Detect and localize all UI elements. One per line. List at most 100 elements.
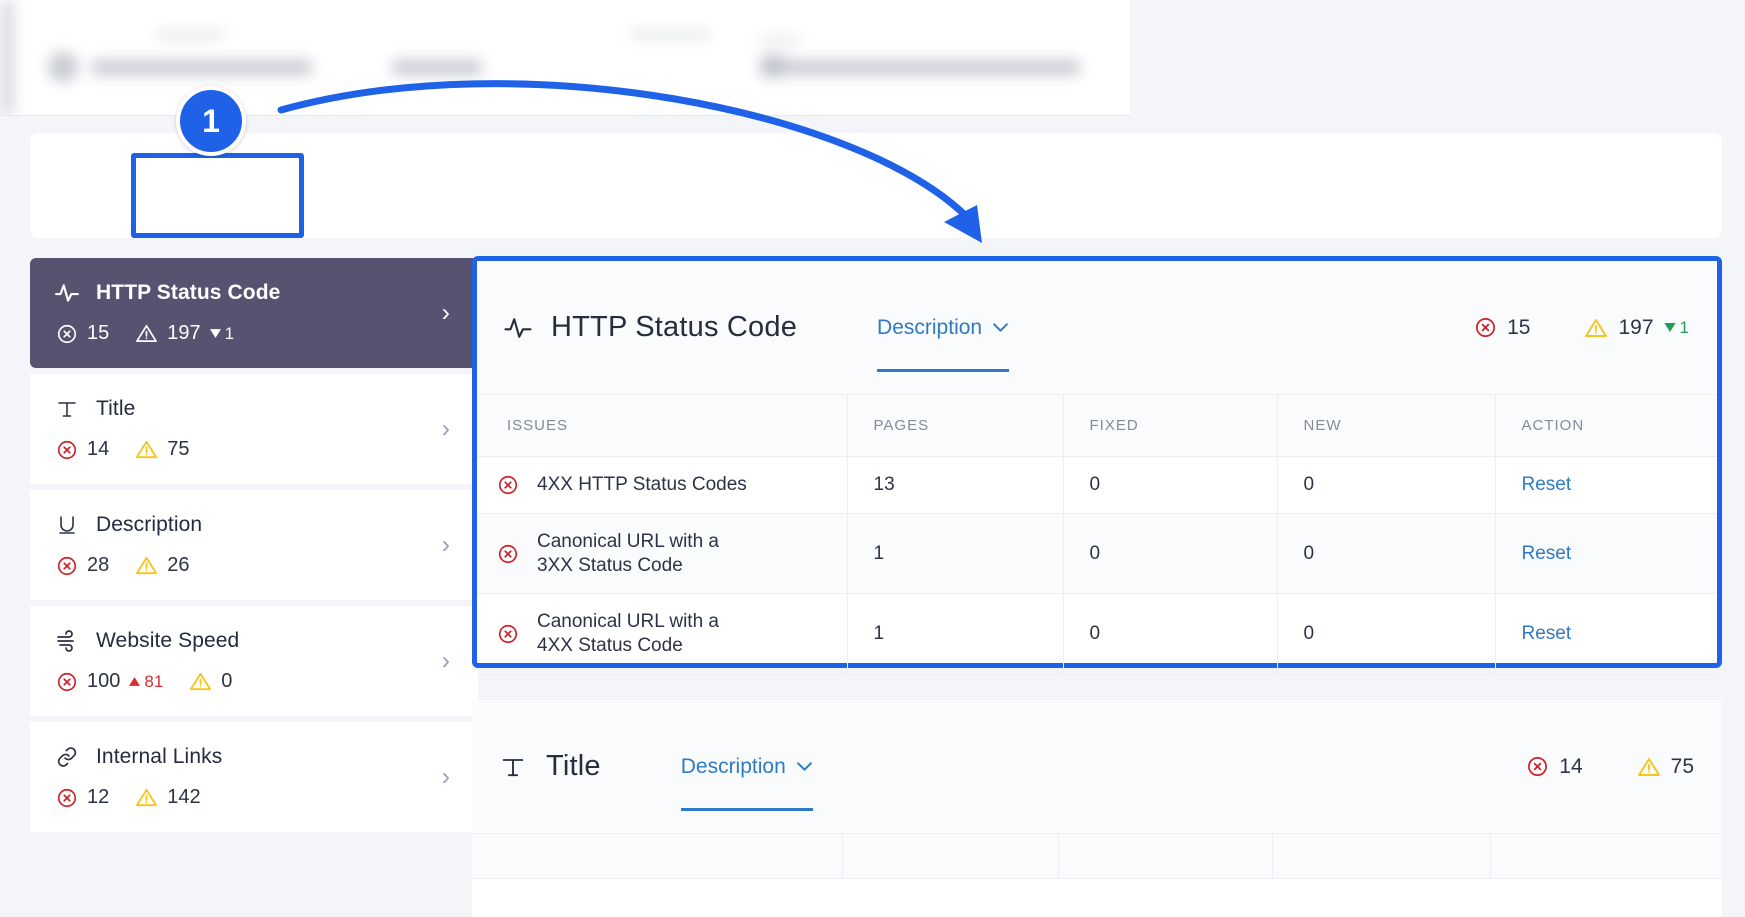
sidebar-item-internal-links[interactable]: Internal Links 12 142 › (30, 722, 478, 832)
error-count-value: 15 (87, 322, 110, 344)
warning-triangle-icon (1637, 757, 1660, 776)
warning-count-value: 142 (167, 786, 201, 808)
error-circle-icon (1528, 757, 1548, 776)
table-row[interactable]: 4XX HTTP Status Codes 13 0 0 Reset (477, 456, 1717, 514)
chevron-right-icon[interactable]: › (442, 764, 450, 790)
error-delta: 81 (129, 672, 163, 692)
column-header-pages (842, 834, 1059, 879)
column-header-fixed: FIXED (1063, 395, 1278, 457)
error-circle-icon (1476, 318, 1496, 337)
error-circle-icon (498, 624, 518, 644)
panel-title: HTTP Status Code (551, 311, 798, 343)
table-header-row (472, 834, 1722, 879)
blurred-content (0, 0, 1130, 115)
error-count: 12 (56, 786, 109, 809)
sidebar-item-description[interactable]: Description 28 26 › (30, 490, 478, 600)
reset-button[interactable]: Reset (1522, 623, 1572, 644)
panel-header: HTTP Status Code Description 15 197 1 (477, 261, 1717, 395)
warning-count: 0 (189, 670, 232, 693)
error-count-value: 14 (87, 438, 110, 460)
warning-triangle-icon (189, 670, 212, 693)
chevron-down-icon (993, 323, 1008, 332)
tab-active-underline (680, 808, 813, 811)
panel-badges: 14 75 (1526, 755, 1694, 779)
warning-count-value: 75 (167, 438, 190, 460)
sidebar-item-website-speed[interactable]: Website Speed 100 81 0 › (30, 606, 478, 716)
pages-value: 13 (847, 456, 1064, 514)
tab-description[interactable]: Description (877, 261, 1010, 394)
panel-warning-count-value: 75 (1670, 754, 1694, 778)
column-header-fixed (1058, 834, 1273, 879)
sidebar-item-http-status-code[interactable]: HTTP Status Code 15 197 1 › (30, 258, 478, 368)
chevron-right-icon[interactable]: › (442, 532, 450, 558)
error-circle-icon (498, 475, 518, 494)
issues-table (472, 834, 1722, 879)
reset-button[interactable]: Reset (1522, 543, 1572, 564)
sidebar-item-label: Website Speed (96, 629, 240, 652)
panel-http-status-code: HTTP Status Code Description 15 197 1 IS… (472, 256, 1722, 675)
annotation-step-badge: 1 (176, 86, 246, 156)
chevron-right-icon[interactable]: › (442, 300, 450, 326)
error-circle-icon (56, 555, 78, 577)
warning-triangle-icon (135, 786, 158, 809)
panel-error-count: 15 (1474, 316, 1530, 340)
warning-count: 26 (135, 554, 190, 577)
table-row[interactable]: Canonical URL with a 4XX Status Code 1 0… (477, 593, 1717, 675)
new-value: 0 (1277, 513, 1496, 595)
error-count: 15 (56, 322, 109, 345)
text-title-icon (54, 396, 80, 422)
panel-title: Title (546, 750, 601, 782)
chevron-right-icon[interactable]: › (442, 416, 450, 442)
table-header-row: ISSUES PAGES FIXED NEW ACTION (477, 395, 1717, 457)
warning-triangle-icon (135, 554, 158, 577)
category-sidebar: HTTP Status Code 15 197 1 › Title 14 75 … (30, 258, 478, 838)
warning-count-value: 0 (221, 670, 233, 692)
tab-active-underline (877, 369, 1010, 372)
panel-error-count-value: 14 (1559, 754, 1583, 778)
warning-triangle-icon (1585, 318, 1608, 337)
column-header-issues: ISSUES (477, 395, 848, 457)
column-header-new: NEW (1277, 395, 1496, 457)
table-row[interactable]: Canonical URL with a 3XX Status Code 1 0… (477, 513, 1717, 595)
error-count-value: 100 (87, 670, 121, 692)
warning-delta: 1 (209, 323, 235, 344)
fixed-value: 0 (1063, 593, 1278, 675)
pulse-icon (503, 313, 533, 343)
tab-description[interactable]: Description (680, 700, 813, 833)
error-circle-icon (56, 323, 78, 345)
tabs-card: ALL ERRORS (169) WARNINGS (1050) NOTICES… (30, 133, 1722, 368)
triangle-down-icon (1663, 323, 1676, 332)
link-icon (54, 744, 80, 770)
pages-value: 1 (847, 593, 1064, 675)
blurred-top-bar (0, 0, 1130, 116)
underline-icon (54, 512, 80, 538)
sidebar-item-title[interactable]: Title 14 75 › (30, 374, 478, 484)
chevron-right-icon[interactable]: › (442, 648, 450, 674)
column-header-issues (472, 834, 843, 879)
column-header-pages: PAGES (847, 395, 1064, 457)
error-circle-icon (56, 787, 78, 809)
panel-error-count-value: 15 (1507, 315, 1531, 339)
wind-icon (54, 628, 80, 654)
issue-name: Canonical URL with a 3XX Status Code (537, 530, 719, 576)
warning-count: 142 (135, 786, 201, 809)
panel-error-count: 14 (1526, 754, 1583, 779)
panel-warning-count: 197 1 (1584, 316, 1689, 340)
warning-count-value: 197 (167, 322, 201, 344)
text-title-icon (498, 752, 528, 782)
sidebar-item-label: Description (96, 513, 203, 536)
warning-delta-value: 1 (224, 323, 235, 343)
warning-count: 197 1 (135, 322, 234, 345)
error-count-value: 28 (87, 554, 110, 576)
issue-cell: Canonical URL with a 3XX Status Code (477, 513, 848, 595)
panel-warning-delta: 1 (1663, 317, 1689, 338)
reset-button[interactable]: Reset (1522, 474, 1572, 495)
panel-warning-delta-value: 1 (1679, 317, 1689, 337)
panel-header: Title Description 14 75 (472, 700, 1722, 834)
warning-count: 75 (135, 438, 190, 461)
triangle-up-icon (129, 677, 141, 686)
panel-warning-count-value: 197 (1618, 315, 1654, 339)
new-value: 0 (1277, 593, 1496, 675)
error-delta-value: 81 (144, 671, 164, 691)
issues-table: ISSUES PAGES FIXED NEW ACTION 4XX HTTP S… (477, 395, 1717, 675)
